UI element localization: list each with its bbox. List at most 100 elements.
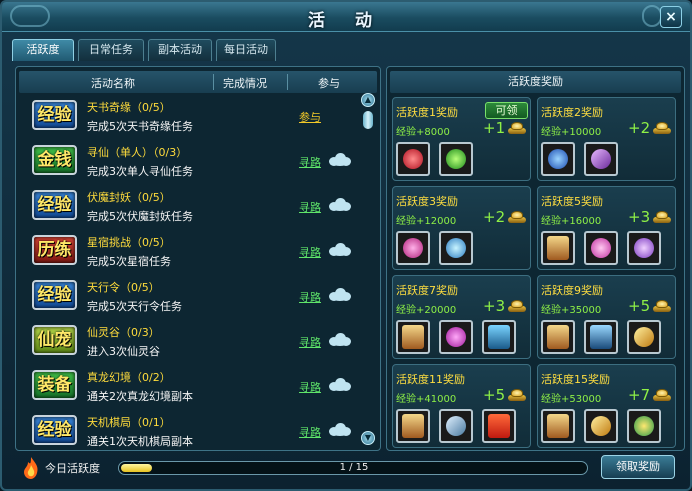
pathfind-link[interactable]: 寻路 — [299, 199, 321, 215]
gold-ingot-icon — [653, 300, 671, 313]
scroll-thumb[interactable] — [363, 111, 373, 129]
scroll-down-icon[interactable]: ▼ — [361, 431, 375, 445]
cloud-icon[interactable] — [329, 198, 351, 212]
pink-potion-icon[interactable] — [396, 231, 430, 265]
scroll-icon[interactable] — [396, 320, 430, 354]
scroll-icon[interactable] — [541, 409, 575, 443]
red-potion-icon[interactable] — [396, 142, 430, 176]
colorful-orbs-icon[interactable] — [627, 409, 661, 443]
cloud-icon[interactable] — [329, 243, 351, 257]
reward-title: 活跃度2奖励 — [541, 106, 603, 119]
title-bar[interactable]: 活 动 × — [2, 2, 690, 32]
reward-card: 活跃度3奖励 经验+12000 +2 — [392, 186, 531, 270]
today-activity-label: 今日活跃度 — [45, 462, 100, 475]
activity-badge: 经验 — [32, 100, 77, 130]
reward-gold-count: +7 — [628, 386, 651, 404]
activity-list-panel: 活动名称 完成情况 参与 经验 天书奇缘（0/5） 完成5次天书奇缘任务 参与 金钱 寻仙… — [15, 66, 381, 451]
activity-desc: 完成5次星宿任务 — [87, 255, 171, 268]
cloud-icon[interactable] — [329, 378, 351, 392]
activity-name: 寻仙（单人）（0/3） — [87, 146, 188, 159]
activity-badge: 历练 — [32, 235, 77, 265]
gold-ingot-icon — [653, 122, 671, 135]
window-title: 活 动 — [308, 11, 384, 31]
blue-potion-icon[interactable] — [541, 142, 575, 176]
tab-1[interactable]: 日常任务 — [78, 39, 144, 61]
activity-desc: 完成3次单人寻仙任务 — [87, 165, 193, 178]
activity-name: 仙灵谷（0/3） — [87, 326, 160, 339]
tab-2[interactable]: 副本活动 — [148, 39, 212, 61]
bottom-bar: 今日活跃度 1 / 15 领取奖励 — [15, 454, 685, 482]
reward-card: 活跃度5奖励 经验+16000 +3 — [537, 186, 676, 270]
activity-name: 真龙幻境（0/2） — [87, 371, 171, 384]
scroll-up-icon[interactable]: ▲ — [361, 93, 375, 107]
cloud-icon[interactable] — [329, 333, 351, 347]
tab-0[interactable]: 活跃度 — [12, 39, 74, 61]
reward-title: 活跃度11奖励 — [396, 373, 465, 386]
gold-ingot-icon — [508, 211, 526, 224]
gold-ingot-icon — [508, 300, 526, 313]
claim-button[interactable]: 可领 — [485, 102, 528, 119]
list-item: 金钱 寻仙（单人）（0/3） 完成3次单人寻仙任务 寻路 — [28, 139, 358, 183]
gift-box-icon[interactable] — [482, 409, 516, 443]
reward-title: 活跃度9奖励 — [541, 284, 603, 297]
scroll-icon[interactable] — [541, 231, 575, 265]
reward-panel: 活跃度奖励 活跃度1奖励 经验+8000 +1 可领 活跃度2奖励 经验+10000 +2 活… — [386, 66, 685, 451]
reward-card: 活跃度9奖励 经验+35000 +5 — [537, 275, 676, 359]
purple-crystal-icon[interactable] — [584, 142, 618, 176]
reward-exp: 经验+16000 — [541, 216, 602, 227]
cloud-icon[interactable] — [329, 153, 351, 167]
list-header: 活动名称 完成情况 参与 — [19, 71, 377, 93]
golden-key-icon[interactable] — [627, 320, 661, 354]
reward-exp: 经验+8000 — [396, 127, 450, 138]
reward-exp: 经验+41000 — [396, 394, 457, 405]
reward-gold-count: +5 — [628, 297, 651, 315]
reward-gold-count: +3 — [483, 297, 506, 315]
pathfind-link[interactable]: 寻路 — [299, 154, 321, 170]
header-divider — [287, 74, 288, 90]
gold-ingot-icon — [508, 389, 526, 402]
sword-icon[interactable] — [439, 409, 473, 443]
reward-exp: 经验+10000 — [541, 127, 602, 138]
activity-name: 伏魔封妖（0/5） — [87, 191, 171, 204]
purple-swirl-icon[interactable] — [627, 231, 661, 265]
activity-desc: 完成5次天行令任务 — [87, 300, 182, 313]
activity-badge: 经验 — [32, 190, 77, 220]
blue-star-card-icon[interactable] — [584, 320, 618, 354]
list-item: 装备 真龙幻境（0/2） 通关2次真龙幻境副本 寻路 — [28, 364, 358, 408]
join-link[interactable]: 参与 — [299, 109, 321, 125]
scroll-icon[interactable] — [396, 409, 430, 443]
claim-reward-button[interactable]: 领取奖励 — [601, 455, 675, 479]
reward-card: 活跃度2奖励 经验+10000 +2 — [537, 97, 676, 181]
reward-title: 活跃度1奖励 — [396, 106, 458, 119]
reward-gold-count: +5 — [483, 386, 506, 404]
activity-desc: 通关2次真龙幻境副本 — [87, 390, 193, 403]
reward-card: 活跃度1奖励 经验+8000 +1 可领 — [392, 97, 531, 181]
pink-orb-icon[interactable] — [584, 231, 618, 265]
pathfind-link[interactable]: 寻路 — [299, 244, 321, 260]
activity-name: 星宿挑战（0/5） — [87, 236, 171, 249]
reward-exp: 经验+20000 — [396, 305, 457, 316]
star-card-icon[interactable] — [482, 320, 516, 354]
pathfind-link[interactable]: 寻路 — [299, 379, 321, 395]
golden-key-icon[interactable] — [584, 409, 618, 443]
scrollbar[interactable]: ▲ ▼ — [361, 91, 375, 447]
cloud-icon[interactable] — [329, 423, 351, 437]
reward-gold-count: +3 — [628, 208, 651, 226]
close-button[interactable]: × — [660, 6, 682, 28]
pathfind-link[interactable]: 寻路 — [299, 424, 321, 440]
tab-3[interactable]: 每日活动 — [216, 39, 276, 61]
magenta-gem-icon[interactable] — [439, 320, 473, 354]
green-gem-icon[interactable] — [439, 142, 473, 176]
scroll-icon[interactable] — [541, 320, 575, 354]
pathfind-link[interactable]: 寻路 — [299, 334, 321, 350]
activity-desc: 完成5次天书奇缘任务 — [87, 120, 193, 133]
gold-ingot-icon — [653, 389, 671, 402]
blue-gem-icon[interactable] — [439, 231, 473, 265]
reward-exp: 经验+12000 — [396, 216, 457, 227]
cloud-icon[interactable] — [329, 288, 351, 302]
reward-header: 活跃度奖励 — [390, 71, 681, 93]
list-item: 经验 天机棋局（0/1） 通关1次天机棋局副本 寻路 — [28, 409, 358, 453]
gold-ingot-icon — [508, 122, 526, 135]
pathfind-link[interactable]: 寻路 — [299, 289, 321, 305]
activity-desc: 通关1次天机棋局副本 — [87, 435, 193, 448]
